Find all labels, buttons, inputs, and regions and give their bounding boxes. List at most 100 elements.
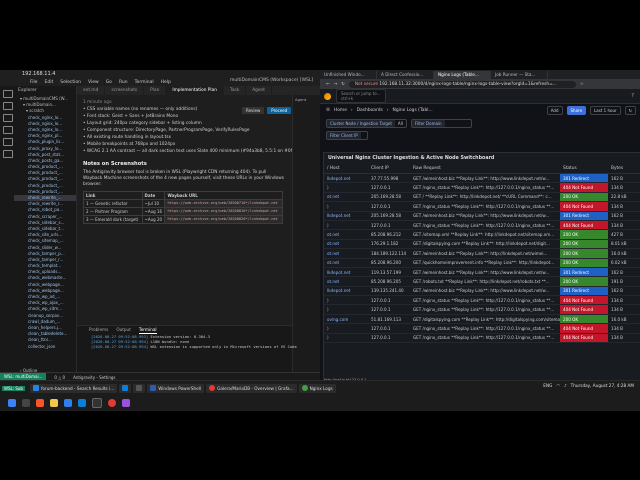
log-row[interactable]: ) 127.0.0.1 GET /nginx_status **Replay Lin… bbox=[324, 182, 640, 193]
brave-icon[interactable] bbox=[36, 399, 44, 407]
store-icon[interactable] bbox=[64, 399, 72, 407]
back-icon[interactable]: ← bbox=[326, 82, 330, 87]
browser-tab[interactable]: Job Runner — Sta... bbox=[491, 71, 548, 79]
wifi-icon[interactable]: ◠ bbox=[556, 383, 560, 388]
log-row[interactable]: ) 127.0.0.1 GET /nginx_status **Replay Lin… bbox=[324, 323, 640, 334]
menu-item-file[interactable]: File bbox=[30, 80, 38, 85]
logs-header-cell[interactable]: Status bbox=[560, 164, 608, 174]
forward-icon[interactable]: → bbox=[334, 82, 338, 87]
menu-item-terminal[interactable]: Terminal bbox=[135, 80, 154, 85]
var-filter-domain[interactable]: Filter Domain bbox=[410, 119, 472, 128]
tab-output[interactable]: Output bbox=[116, 326, 131, 334]
log-host-cell[interactable]: ) bbox=[324, 220, 368, 231]
keyboard-layout[interactable]: ENG bbox=[543, 383, 552, 388]
log-row[interactable]: ) 127.0.0.1 GET /nginx_status **Replay Lin… bbox=[324, 201, 640, 212]
taskbar-app-powershell[interactable]: Windows PowerShell bbox=[147, 383, 205, 393]
log-row[interactable]: ot.net 85.208.96.200 GET /quickhomeimprove… bbox=[324, 258, 640, 268]
taskbar-app-chrome-grafana[interactable]: Galera/MariaDB - Overview | Grafa... bbox=[206, 383, 297, 393]
menu-item-view[interactable]: View bbox=[88, 80, 99, 85]
files-icon[interactable] bbox=[3, 90, 13, 98]
log-row[interactable]: ot.net 184.189.122.114 GET /wimeinhost.biz… bbox=[324, 248, 640, 259]
url-field[interactable]: Not secure 192.168.11.32:3000/d/nginx-lo… bbox=[348, 80, 576, 88]
menu-item-run[interactable]: Run bbox=[119, 80, 128, 85]
log-host-cell[interactable]: ot.net bbox=[324, 239, 368, 250]
log-row[interactable]: ) 127.0.0.1 GET /nginx_status **Replay Lin… bbox=[324, 304, 640, 315]
refresh-button[interactable]: ↻ bbox=[624, 105, 636, 115]
review-button[interactable]: Review bbox=[242, 107, 265, 114]
browser-tab[interactable]: A Direct Confessio... bbox=[377, 71, 434, 79]
log-host-cell[interactable]: lkdepot.net bbox=[324, 286, 368, 297]
log-host-cell[interactable]: ) bbox=[324, 304, 368, 315]
share-button[interactable]: Share bbox=[566, 105, 587, 115]
breadcrumb-home[interactable]: Home bbox=[334, 108, 347, 113]
log-row[interactable]: oving.com 51.81.169.113 GET /digitalspying… bbox=[324, 314, 640, 325]
log-row[interactable]: lkdepot.net 37.77.55.998 GET /wimeinhost.b… bbox=[324, 173, 640, 184]
breadcrumb-dashboard[interactable]: Nginx Logs (Tabl... bbox=[393, 108, 433, 113]
taskbar-app-vscode[interactable] bbox=[119, 383, 132, 393]
log-host-cell[interactable]: oving.com bbox=[324, 314, 368, 325]
tab-ent-md[interactable]: ent.md bbox=[77, 86, 106, 95]
grafana-search-input[interactable]: Search or jump to... ctrl+k bbox=[336, 89, 386, 103]
menu-item-help[interactable]: Help bbox=[161, 80, 171, 85]
menu-icon[interactable]: ☰ bbox=[326, 108, 330, 113]
taskbar-app-terminal[interactable] bbox=[133, 383, 146, 393]
log-host-cell[interactable]: ot.net bbox=[324, 192, 368, 203]
log-row[interactable]: ) 127.0.0.1 GET /nginx_status **Replay Lin… bbox=[324, 295, 640, 306]
clock[interactable]: Thursday, August 27, 4:28 AM bbox=[571, 383, 634, 388]
tab-screenshots[interactable]: screenshots bbox=[105, 86, 145, 95]
extensions-icon[interactable] bbox=[3, 138, 13, 146]
start-icon[interactable] bbox=[8, 399, 16, 407]
log-host-cell[interactable]: lkdepot.net bbox=[324, 173, 368, 184]
proceed-button[interactable]: Proceed bbox=[267, 107, 292, 114]
log-host-cell[interactable]: ) bbox=[324, 323, 368, 334]
time-range-picker[interactable]: Last 1 hour bbox=[590, 105, 621, 115]
var-filter-client-ip[interactable]: Filter Client IP bbox=[326, 131, 368, 140]
log-host-cell[interactable]: ot.net bbox=[324, 276, 368, 287]
log-row[interactable]: ot.net 85.208.96.205 GET /robots.txt **Rep… bbox=[324, 276, 640, 287]
log-host-cell[interactable]: ) bbox=[324, 182, 368, 193]
terminal-taskbar-icon[interactable] bbox=[92, 398, 102, 408]
star-icon[interactable]: ☆ bbox=[580, 82, 584, 87]
log-row[interactable]: ) 127.0.0.1 GET /nginx_status **Replay Lin… bbox=[324, 220, 640, 231]
log-row[interactable]: lkdepot.net 139.135.241.40 GET /wimeinhost… bbox=[324, 286, 640, 297]
reload-icon[interactable]: ↻ bbox=[341, 82, 345, 87]
taskbar-app-edge[interactable]: forum-backend - Search Results i... bbox=[30, 383, 118, 393]
log-host-cell[interactable]: lkdepot.net bbox=[324, 267, 368, 278]
search-icon[interactable] bbox=[3, 102, 13, 110]
wayback-url-cell[interactable]: https://web.archive.org/web/20200816*/li… bbox=[164, 207, 283, 216]
breadcrumb-dashboards[interactable]: Dashboards bbox=[357, 108, 383, 113]
run-debug-icon[interactable] bbox=[3, 126, 13, 134]
tab-implementation-plan[interactable]: Implementation Plan bbox=[166, 86, 224, 95]
browser-tab-active[interactable]: Nginx Logs (Table... bbox=[434, 71, 491, 79]
var-cluster-node[interactable]: Cluster Node / Ingestion Target All bbox=[326, 119, 407, 128]
log-row[interactable]: ot.net 176.29.1.182 GET /digitalspying.com… bbox=[324, 239, 640, 250]
log-row[interactable]: ot.net 85.208.96.212 GET /sitemap.xml **Re… bbox=[324, 229, 640, 240]
file-item[interactable]: collector_json bbox=[14, 344, 76, 350]
wayback-url-cell[interactable]: https://web.archive.org/web/20200710*/li… bbox=[164, 199, 283, 208]
antigravity-settings[interactable]: Antigravity - Settings bbox=[73, 375, 115, 380]
log-host-cell[interactable]: ot.net bbox=[324, 248, 368, 259]
add-button[interactable]: Add bbox=[546, 105, 563, 115]
logs-header-cell[interactable]: Bytes bbox=[608, 164, 640, 174]
log-host-cell[interactable]: ) bbox=[324, 333, 368, 344]
search-taskbar-icon[interactable] bbox=[22, 399, 30, 407]
file-explorer-icon[interactable] bbox=[50, 399, 58, 407]
logs-header-cell[interactable]: / Host bbox=[324, 164, 368, 174]
log-row[interactable]: ) 127.0.0.1 GET /nginx_status **Replay Lin… bbox=[324, 333, 640, 344]
tab-plan[interactable]: Plan bbox=[144, 86, 167, 95]
wayback-url-cell[interactable]: https://web.archive.org/web/20200820*/li… bbox=[164, 215, 283, 224]
chrome-taskbar-icon[interactable] bbox=[108, 399, 116, 407]
vscode-taskbar-icon[interactable] bbox=[78, 399, 86, 407]
menu-item-selection[interactable]: Selection bbox=[60, 80, 81, 85]
problems-count[interactable]: 0 △ 0 bbox=[54, 375, 65, 380]
help-icon[interactable]: ? bbox=[631, 93, 634, 99]
tab-task[interactable]: Task bbox=[224, 86, 247, 95]
log-row[interactable]: ot.net 205.169.28.58 GET / **Replay Link**… bbox=[324, 192, 640, 203]
log-row[interactable]: lkdepot.net 119.13.57.199 GET /wimeinhost.… bbox=[324, 267, 640, 278]
browser-tab[interactable]: Unfinished Windo... bbox=[320, 71, 377, 79]
log-host-cell[interactable]: ot.net bbox=[324, 258, 368, 268]
wsl-badge[interactable]: WSL: Sub bbox=[2, 385, 25, 391]
log-host-cell[interactable]: ot.net bbox=[324, 229, 368, 240]
logs-header-cell[interactable]: Raw Request bbox=[410, 164, 560, 174]
tab-problems[interactable]: Problems bbox=[89, 326, 108, 334]
